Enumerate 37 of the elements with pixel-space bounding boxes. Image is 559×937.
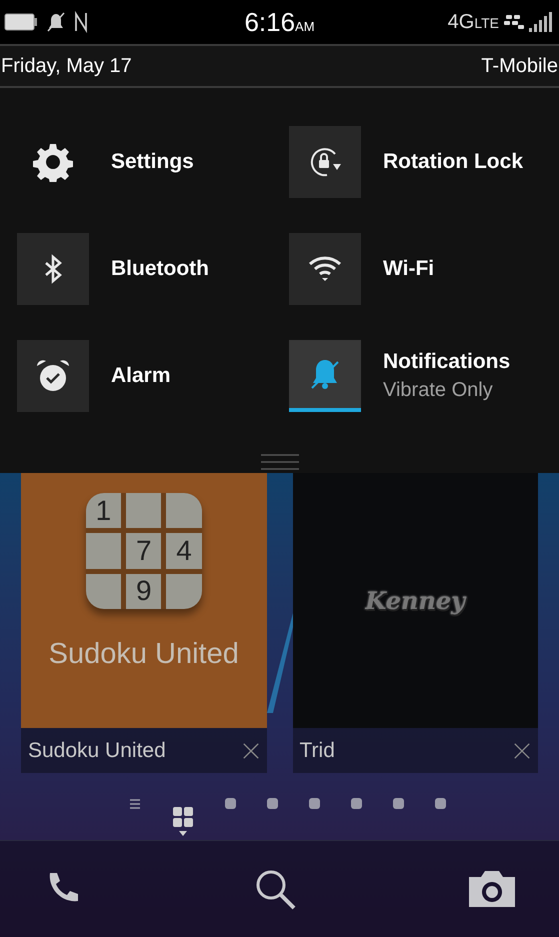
toggle-button[interactable]: [289, 340, 361, 412]
toggle-button[interactable]: [17, 232, 89, 304]
app-logo: Kenney: [365, 584, 466, 616]
gear-icon: [33, 142, 73, 182]
drag-handle-icon[interactable]: [260, 453, 298, 471]
app-title: Sudoku United: [48, 637, 239, 672]
app-preview[interactable]: Kenney: [292, 473, 538, 728]
signal-icon: [528, 12, 555, 32]
frame-title: Trid: [300, 738, 335, 764]
toggle-status: Vibrate Only: [383, 378, 494, 402]
list-view-icon[interactable]: [128, 798, 140, 810]
close-icon[interactable]: [513, 742, 531, 760]
toggle-label: Alarm: [111, 362, 171, 388]
toggle-label: Settings: [111, 148, 194, 174]
close-icon[interactable]: [242, 742, 260, 760]
muted-bell-icon: [46, 12, 66, 32]
toggle-label: Notifications: [383, 348, 510, 374]
toggle-label: Wi-Fi: [383, 256, 434, 282]
network-label: 4G: [448, 10, 474, 35]
app-grid-icon[interactable]: [172, 806, 194, 836]
clock-meridiem: AM: [295, 18, 315, 36]
clock: 6:16: [244, 6, 296, 38]
nfc-icon: [74, 11, 88, 33]
app-preview[interactable]: 1 7 4 9 Sudoku United: [21, 473, 266, 728]
toggle-label: Rotation Lock: [383, 148, 523, 174]
frame-title: Sudoku United: [28, 738, 166, 764]
blackberry-logo-icon: [504, 14, 524, 30]
toggle-button[interactable]: [289, 232, 361, 304]
toggle-button[interactable]: [289, 126, 361, 198]
toggle-button[interactable]: [17, 340, 89, 412]
toggle-label: Bluetooth: [111, 256, 209, 282]
camera-icon[interactable]: [467, 869, 517, 909]
battery-icon: [4, 13, 38, 31]
date-label: Friday, May 17: [1, 54, 132, 79]
sudoku-icon: 1 7 4 9: [86, 493, 202, 609]
network-type-label: LTE: [474, 14, 499, 33]
carrier-label: T-Mobile: [481, 54, 558, 79]
